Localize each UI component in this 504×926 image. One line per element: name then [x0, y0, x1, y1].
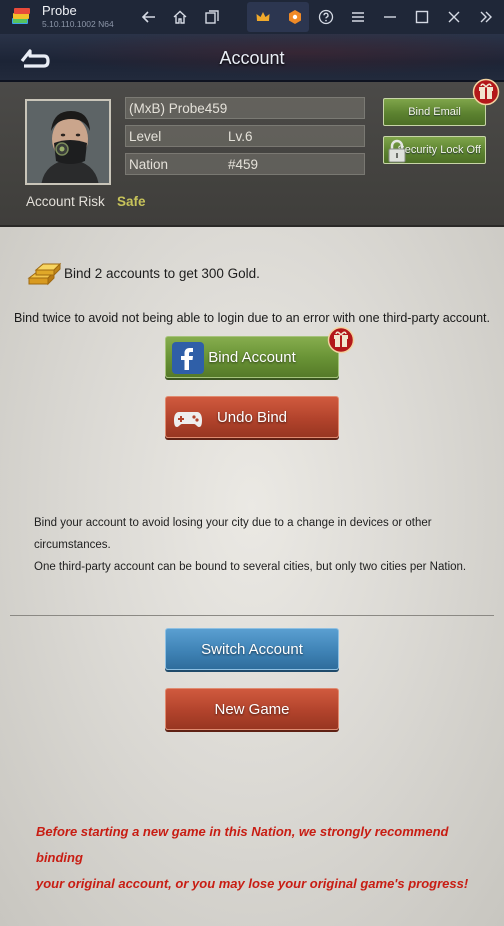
- new-game-warning: Before starting a new game in this Natio…: [36, 819, 486, 897]
- gift-icon: [472, 78, 500, 106]
- switch-account-button[interactable]: Switch Account: [165, 628, 339, 670]
- close-icon[interactable]: [442, 5, 466, 29]
- gamepad-icon: [174, 412, 202, 427]
- multi-instance-icon[interactable]: [200, 5, 224, 29]
- level-label: Level: [129, 129, 162, 144]
- bind-info-line-2: circumstances.: [34, 539, 111, 551]
- account-header: Account: [0, 34, 504, 82]
- undo-bind-button[interactable]: Undo Bind: [165, 396, 339, 438]
- minimize-icon[interactable]: [378, 5, 402, 29]
- level-value: Lv.6: [228, 129, 253, 144]
- bind-email-button[interactable]: Bind Email: [383, 98, 486, 126]
- padlock-icon: [388, 139, 406, 163]
- bluestacks-logo-icon: [12, 8, 30, 24]
- maximize-icon[interactable]: [410, 5, 434, 29]
- nav-back-icon[interactable]: [137, 5, 161, 29]
- security-lock-button[interactable]: Security Lock Off: [383, 136, 486, 164]
- gold-reward-text: Bind 2 accounts to get 300 Gold.: [64, 266, 260, 281]
- nation-label: Nation: [129, 157, 169, 172]
- avatar[interactable]: [25, 99, 111, 185]
- account-risk-value: Safe: [117, 194, 146, 209]
- undo-bind-label: Undo Bind: [216, 408, 288, 426]
- bind-email-label: Bind Email: [408, 106, 461, 118]
- crown-icon[interactable]: [251, 5, 275, 29]
- page-title: Account: [219, 48, 285, 68]
- bind-account-label: Bind Account: [208, 348, 296, 366]
- bind-account-button[interactable]: Bind Account: [165, 336, 339, 378]
- security-lock-label: Security Lock Off: [397, 144, 481, 156]
- facebook-icon: [172, 342, 204, 374]
- expand-sidebar-icon[interactable]: [474, 5, 498, 29]
- player-name-row: (MxB) Probe459: [125, 97, 365, 119]
- bind-info-text: Bind your account to avoid losing your c…: [34, 512, 474, 578]
- commander-portrait-icon: [27, 101, 109, 183]
- new-game-label: New Game: [214, 700, 290, 718]
- account-risk-label: Account Risk: [26, 194, 105, 209]
- new-game-button[interactable]: New Game: [165, 688, 339, 730]
- gift-icon: [327, 326, 355, 354]
- gold-bars-icon: [27, 262, 62, 286]
- app-title: Probe: [42, 3, 77, 18]
- section-divider: [10, 615, 494, 616]
- bind-twice-notice: Bind twice to avoid not being able to lo…: [14, 311, 490, 325]
- help-icon[interactable]: [314, 5, 338, 29]
- warning-line-2: your original account, or you may lose y…: [36, 876, 469, 891]
- level-row: Level Lv.6: [125, 125, 365, 147]
- profile-panel: Account Risk Safe (MxB) Probe459 Level L…: [0, 78, 504, 227]
- bind-info-line-1: Bind your account to avoid losing your c…: [34, 517, 432, 529]
- main-content: Bind 2 accounts to get 300 Gold. Bind tw…: [0, 227, 504, 926]
- nation-value: #459: [228, 157, 259, 172]
- player-name: (MxB) Probe459: [129, 101, 228, 116]
- bind-info-line-3: One third-party account can be bound to …: [34, 561, 467, 573]
- nation-row: Nation #459: [125, 153, 365, 175]
- menu-icon[interactable]: [346, 5, 370, 29]
- switch-account-label: Switch Account: [201, 640, 303, 658]
- app-version: 5.10.110.1002 N64: [42, 19, 114, 29]
- home-icon[interactable]: [168, 5, 192, 29]
- game-center-icon[interactable]: [283, 5, 307, 29]
- warning-line-1: Before starting a new game in this Natio…: [36, 824, 449, 865]
- emulator-titlebar: Probe 5.10.110.1002 N64: [0, 0, 504, 34]
